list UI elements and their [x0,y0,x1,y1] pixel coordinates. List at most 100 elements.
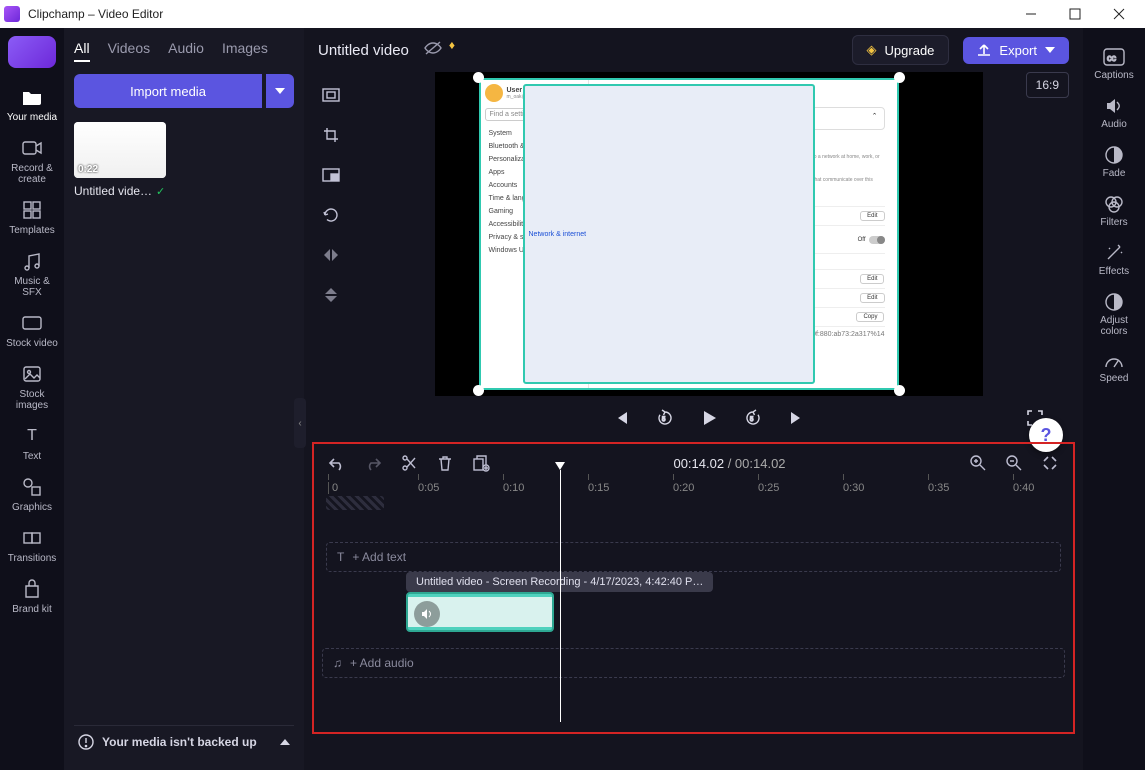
thumbnail-title: Untitled vide… [74,184,152,198]
tab-images[interactable]: Images [222,40,268,62]
fade-icon [1105,146,1123,164]
media-tabs: All Videos Audio Images [74,40,294,62]
zoom-in-button[interactable] [967,452,989,474]
import-media-button[interactable]: Import media [74,74,262,108]
music-icon [21,250,43,272]
camera-icon [21,137,43,159]
text-track[interactable]: T + Add text [326,542,1061,572]
selection-outline [479,78,899,390]
music-note-icon: ♫ [333,656,342,670]
handle-tl[interactable] [473,72,484,83]
handle-bl[interactable] [473,385,484,396]
rotate-button[interactable] [318,202,344,228]
rrail-effects[interactable]: Effects [1086,238,1142,283]
handle-tr[interactable] [894,72,905,83]
rail-stock-images[interactable]: Stock images [3,357,61,417]
rrail-filters[interactable]: Filters [1086,189,1142,234]
rail-label: Graphics [12,502,52,513]
rail-your-media[interactable]: Your media [3,80,61,129]
timeline-ruler[interactable]: 0 0:05 0:10 0:15 0:20 0:25 0:30 0:35 0:4… [318,482,1069,512]
zoom-out-button[interactable] [1003,452,1025,474]
upgrade-button[interactable]: ◈Upgrade [852,35,950,65]
pip-button[interactable] [318,162,344,188]
speaker-icon [1105,97,1123,115]
backup-text: Your media isn't backed up [102,735,257,749]
backup-warning[interactable]: Your media isn't backed up [74,725,294,758]
thumbnail-duration: 0:22 [78,164,98,175]
transport: 5 5 [346,396,1071,440]
hatch-region [326,496,384,510]
chevron-down-icon [1045,47,1055,53]
rail-record-create[interactable]: Record & create [3,131,61,191]
audio-track-label: + Add audio [350,656,414,670]
copy-button[interactable] [470,452,492,474]
undo-button[interactable] [326,452,348,474]
rail-templates[interactable]: Templates [3,193,61,242]
redo-button[interactable] [362,452,384,474]
crop-button[interactable] [318,122,344,148]
visibility-off-icon[interactable] [423,40,443,61]
rrail-fade[interactable]: Fade [1086,140,1142,185]
rail-transitions[interactable]: Transitions [3,521,61,570]
rrail-speed[interactable]: Speed [1086,347,1142,390]
play-button[interactable] [697,406,721,430]
app-logo [4,6,20,22]
mute-icon[interactable] [414,601,440,627]
fit-button[interactable] [318,82,344,108]
gauge-icon [1104,353,1124,369]
shapes-icon [21,476,43,498]
svg-text:5: 5 [662,417,666,423]
zoom-fit-button[interactable] [1039,452,1061,474]
image-icon [21,363,43,385]
flip-h-button[interactable] [318,242,344,268]
svg-text:5: 5 [750,417,754,423]
playhead[interactable] [560,470,561,722]
media-thumbnail[interactable]: 0:22 Untitled vide… ✓ [74,122,166,198]
delete-button[interactable] [434,452,456,474]
timeline: 00:14.02 / 00:14.02 0 0:05 0:10 0:15 0:2… [312,442,1075,734]
text-icon: T [337,550,344,564]
templates-icon [21,199,43,221]
import-media-dropdown[interactable] [266,74,294,108]
next-button[interactable] [785,406,809,430]
tab-all[interactable]: All [74,40,90,62]
flip-v-button[interactable] [318,282,344,308]
rail-label: Brand kit [12,604,51,615]
titlebar: Clipchamp – Video Editor [0,0,1145,28]
audio-track[interactable]: ♫ + Add audio [322,648,1065,678]
stage-tools [316,72,346,440]
right-rail: ccCaptions Audio Fade Filters Effects Ad… [1083,28,1145,770]
brand-tile[interactable] [8,36,56,68]
time-readout: 00:14.02 / 00:14.02 [506,456,953,471]
close-button[interactable] [1097,0,1141,28]
handle-br[interactable] [894,385,905,396]
rrail-audio[interactable]: Audio [1086,91,1142,136]
folder-icon [21,86,43,108]
rail-stock-video[interactable]: Stock video [3,306,61,355]
rail-brand-kit[interactable]: Brand kit [3,572,61,621]
aspect-ratio-button[interactable]: 16:9 [1026,72,1069,98]
video-clip[interactable] [406,592,554,632]
rail-graphics[interactable]: Graphics [3,470,61,519]
upload-icon [977,43,991,57]
collapse-handle[interactable]: ‹ [294,398,306,448]
rrail-captions[interactable]: ccCaptions [1086,42,1142,87]
timeline-toolbar: 00:14.02 / 00:14.02 [318,448,1069,478]
prev-button[interactable] [609,406,633,430]
rewind-5-button[interactable]: 5 [653,406,677,430]
minimize-button[interactable] [1009,0,1053,28]
forward-5-button[interactable]: 5 [741,406,765,430]
rail-music-sfx[interactable]: Music & SFX [3,244,61,304]
center-area: ‹ Untitled video ♦ ◈Upgrade Export 16:9 [304,28,1083,770]
tab-videos[interactable]: Videos [108,40,151,62]
export-button[interactable]: Export [963,37,1069,64]
maximize-button[interactable] [1053,0,1097,28]
project-title[interactable]: Untitled video [318,42,409,59]
video-canvas[interactable]: User Demom_oak@outlook.com Find a settin… [435,72,983,396]
split-button[interactable] [398,452,420,474]
tab-audio[interactable]: Audio [168,40,204,62]
left-rail: Your media Record & create Templates Mus… [0,28,64,770]
bag-icon [21,578,43,600]
rrail-adjust-colors[interactable]: Adjust colors [1086,287,1142,343]
rail-text[interactable]: TText [3,419,61,468]
